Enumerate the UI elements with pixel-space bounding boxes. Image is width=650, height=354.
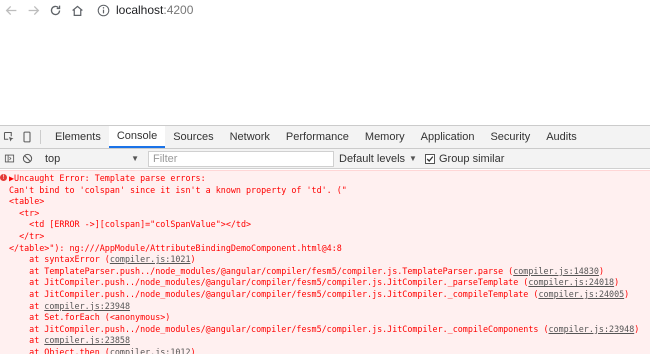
- dropdown-arrow-icon: ▼: [409, 154, 417, 163]
- stack-frame-suffix: ): [624, 288, 630, 299]
- tab-elements[interactable]: Elements: [47, 126, 109, 148]
- console-line-text: <table>: [9, 196, 45, 207]
- source-link[interactable]: compiler.js:23948: [549, 324, 635, 334]
- home-icon[interactable]: [66, 0, 88, 20]
- group-similar-checkbox[interactable]: [424, 153, 435, 164]
- console-line: at syntaxError (compiler.js:1021): [9, 254, 650, 266]
- source-link[interactable]: compiler.js:1012: [110, 347, 191, 354]
- stack-frame-prefix: at JitCompiler.push../node_modules/@angu…: [9, 323, 549, 334]
- stack-frame-prefix: at: [9, 300, 45, 311]
- console-line: at compiler.js:23948: [9, 301, 650, 313]
- console-line: <td [ERROR ->][colspan]="colSpanValue"><…: [9, 219, 650, 231]
- device-toolbar-icon[interactable]: [18, 126, 36, 148]
- tab-label: Console: [116, 130, 158, 142]
- info-icon[interactable]: [96, 3, 110, 17]
- console-line: <table>: [9, 196, 650, 208]
- tab-label: Performance: [285, 131, 349, 143]
- tab-label: Network: [229, 131, 270, 143]
- filter-input[interactable]: Filter: [148, 150, 334, 167]
- console-line-text: <tr>: [9, 207, 40, 218]
- url-port: :4200: [163, 3, 194, 17]
- tab-network[interactable]: Network: [222, 126, 278, 148]
- tab-label: Security: [490, 131, 531, 143]
- context-value: top: [45, 152, 61, 165]
- console-line: </table>"): ng:///AppModule/AttributeBin…: [9, 243, 650, 255]
- console-line-text: </table>"): ng:///AppModule/AttributeBin…: [9, 242, 342, 253]
- context-selector[interactable]: top ▼: [42, 151, 142, 167]
- tab-sources[interactable]: Sources: [165, 126, 221, 148]
- tab-label: Memory: [364, 131, 405, 143]
- forward-arrow-icon[interactable]: [22, 0, 44, 20]
- console-line: at Object.then (compiler.js:1012): [9, 347, 650, 354]
- sidebar-toggle-icon[interactable]: [0, 150, 18, 168]
- levels-label: Default levels: [339, 152, 406, 165]
- console-line-text[interactable]: ▶Uncaught Error: Template parse errors:: [9, 173, 206, 183]
- stack-frame-prefix: at TemplateParser.push../node_modules/@a…: [9, 265, 514, 276]
- console-line: at JitCompiler.push../node_modules/@angu…: [9, 277, 650, 289]
- tab-label: Application: [420, 131, 475, 143]
- tab-label: Audits: [546, 131, 577, 143]
- tab-audits[interactable]: Audits: [538, 126, 585, 148]
- source-link[interactable]: compiler.js:24018: [528, 277, 614, 287]
- console-line: at Set.forEach (<anonymous>): [9, 312, 650, 324]
- console-line: at TemplateParser.push../node_modules/@a…: [9, 266, 650, 278]
- tab-label: Elements: [55, 131, 101, 143]
- source-link[interactable]: compiler.js:24005: [538, 289, 624, 299]
- page-viewport: [0, 20, 650, 118]
- tab-performance[interactable]: Performance: [278, 126, 357, 148]
- console-error-message: ! ▶Uncaught Error: Template parse errors…: [0, 170, 650, 354]
- console-line: Can't bind to 'colspan' since it isn't a…: [9, 185, 650, 197]
- dropdown-arrow-icon: ▼: [131, 154, 139, 163]
- console-line: </tr>: [9, 231, 650, 243]
- filter-placeholder: Filter: [153, 152, 178, 165]
- console-error-lines: ▶Uncaught Error: Template parse errors: C…: [9, 173, 650, 354]
- tab-label: Sources: [173, 131, 214, 143]
- source-link[interactable]: compiler.js:14830: [513, 266, 599, 276]
- tab-security[interactable]: Security: [482, 126, 538, 148]
- error-icon: !: [0, 174, 7, 181]
- console-line: at JitCompiler.push../node_modules/@angu…: [9, 289, 650, 301]
- tab-console[interactable]: Console: [108, 126, 166, 148]
- stack-frame-suffix: ): [614, 277, 620, 288]
- checkmark-icon: [426, 155, 434, 162]
- stack-frame-prefix: at: [9, 335, 45, 346]
- console-line: <tr>: [9, 208, 650, 220]
- back-arrow-icon[interactable]: [0, 0, 22, 20]
- reload-icon[interactable]: [44, 0, 66, 20]
- console-line: at JitCompiler.push../node_modules/@angu…: [9, 324, 650, 336]
- stack-frame-suffix: ): [190, 346, 196, 354]
- stack-frame-suffix: ): [634, 323, 640, 334]
- console-line-text: Can't bind to 'colspan' since it isn't a…: [9, 184, 347, 195]
- url-text: localhost:4200: [116, 3, 193, 17]
- console-toolbar: top ▼ Filter Default levels ▼ Group simi…: [0, 149, 650, 169]
- stack-frame-prefix: at JitCompiler.push../node_modules/@angu…: [9, 288, 539, 299]
- stack-frame-suffix: ): [598, 265, 604, 276]
- console-line-text: </tr>: [9, 230, 45, 241]
- source-link[interactable]: compiler.js:23948: [44, 301, 130, 311]
- devtools-tab-bar: Elements Console Sources Network Perform…: [0, 126, 650, 149]
- address-bar[interactable]: localhost:4200: [96, 0, 193, 20]
- inspect-element-icon[interactable]: [0, 126, 18, 148]
- stack-frame-suffix: ): [190, 254, 196, 265]
- tab-divider: [40, 130, 41, 144]
- group-similar-toggle[interactable]: Group similar: [424, 152, 505, 165]
- stack-frame-prefix: at syntaxError (: [9, 254, 110, 265]
- error-marker-icon: [0, 113, 8, 121]
- tab-application[interactable]: Application: [413, 126, 483, 148]
- group-similar-label: Group similar: [438, 152, 505, 165]
- browser-toolbar: localhost:4200: [0, 0, 650, 20]
- stack-frame-prefix: at JitCompiler.push../node_modules/@angu…: [9, 277, 529, 288]
- source-link[interactable]: compiler.js:1021: [110, 254, 191, 264]
- console-line-text: <td [ERROR ->][colspan]="colSpanValue"><…: [9, 219, 252, 230]
- console-line: at compiler.js:23858: [9, 335, 650, 347]
- stack-frame-prefix: at Object.then (: [9, 346, 110, 354]
- url-host: localhost: [116, 3, 164, 17]
- devtools-panel: Elements Console Sources Network Perform…: [0, 125, 650, 354]
- log-levels-dropdown[interactable]: Default levels ▼: [339, 153, 417, 165]
- console-line-text: at Set.forEach (<anonymous>): [9, 312, 171, 323]
- console-line: ▶Uncaught Error: Template parse errors:: [9, 173, 650, 185]
- tab-memory[interactable]: Memory: [357, 126, 413, 148]
- clear-console-icon[interactable]: [18, 150, 36, 168]
- source-link[interactable]: compiler.js:23858: [44, 335, 130, 345]
